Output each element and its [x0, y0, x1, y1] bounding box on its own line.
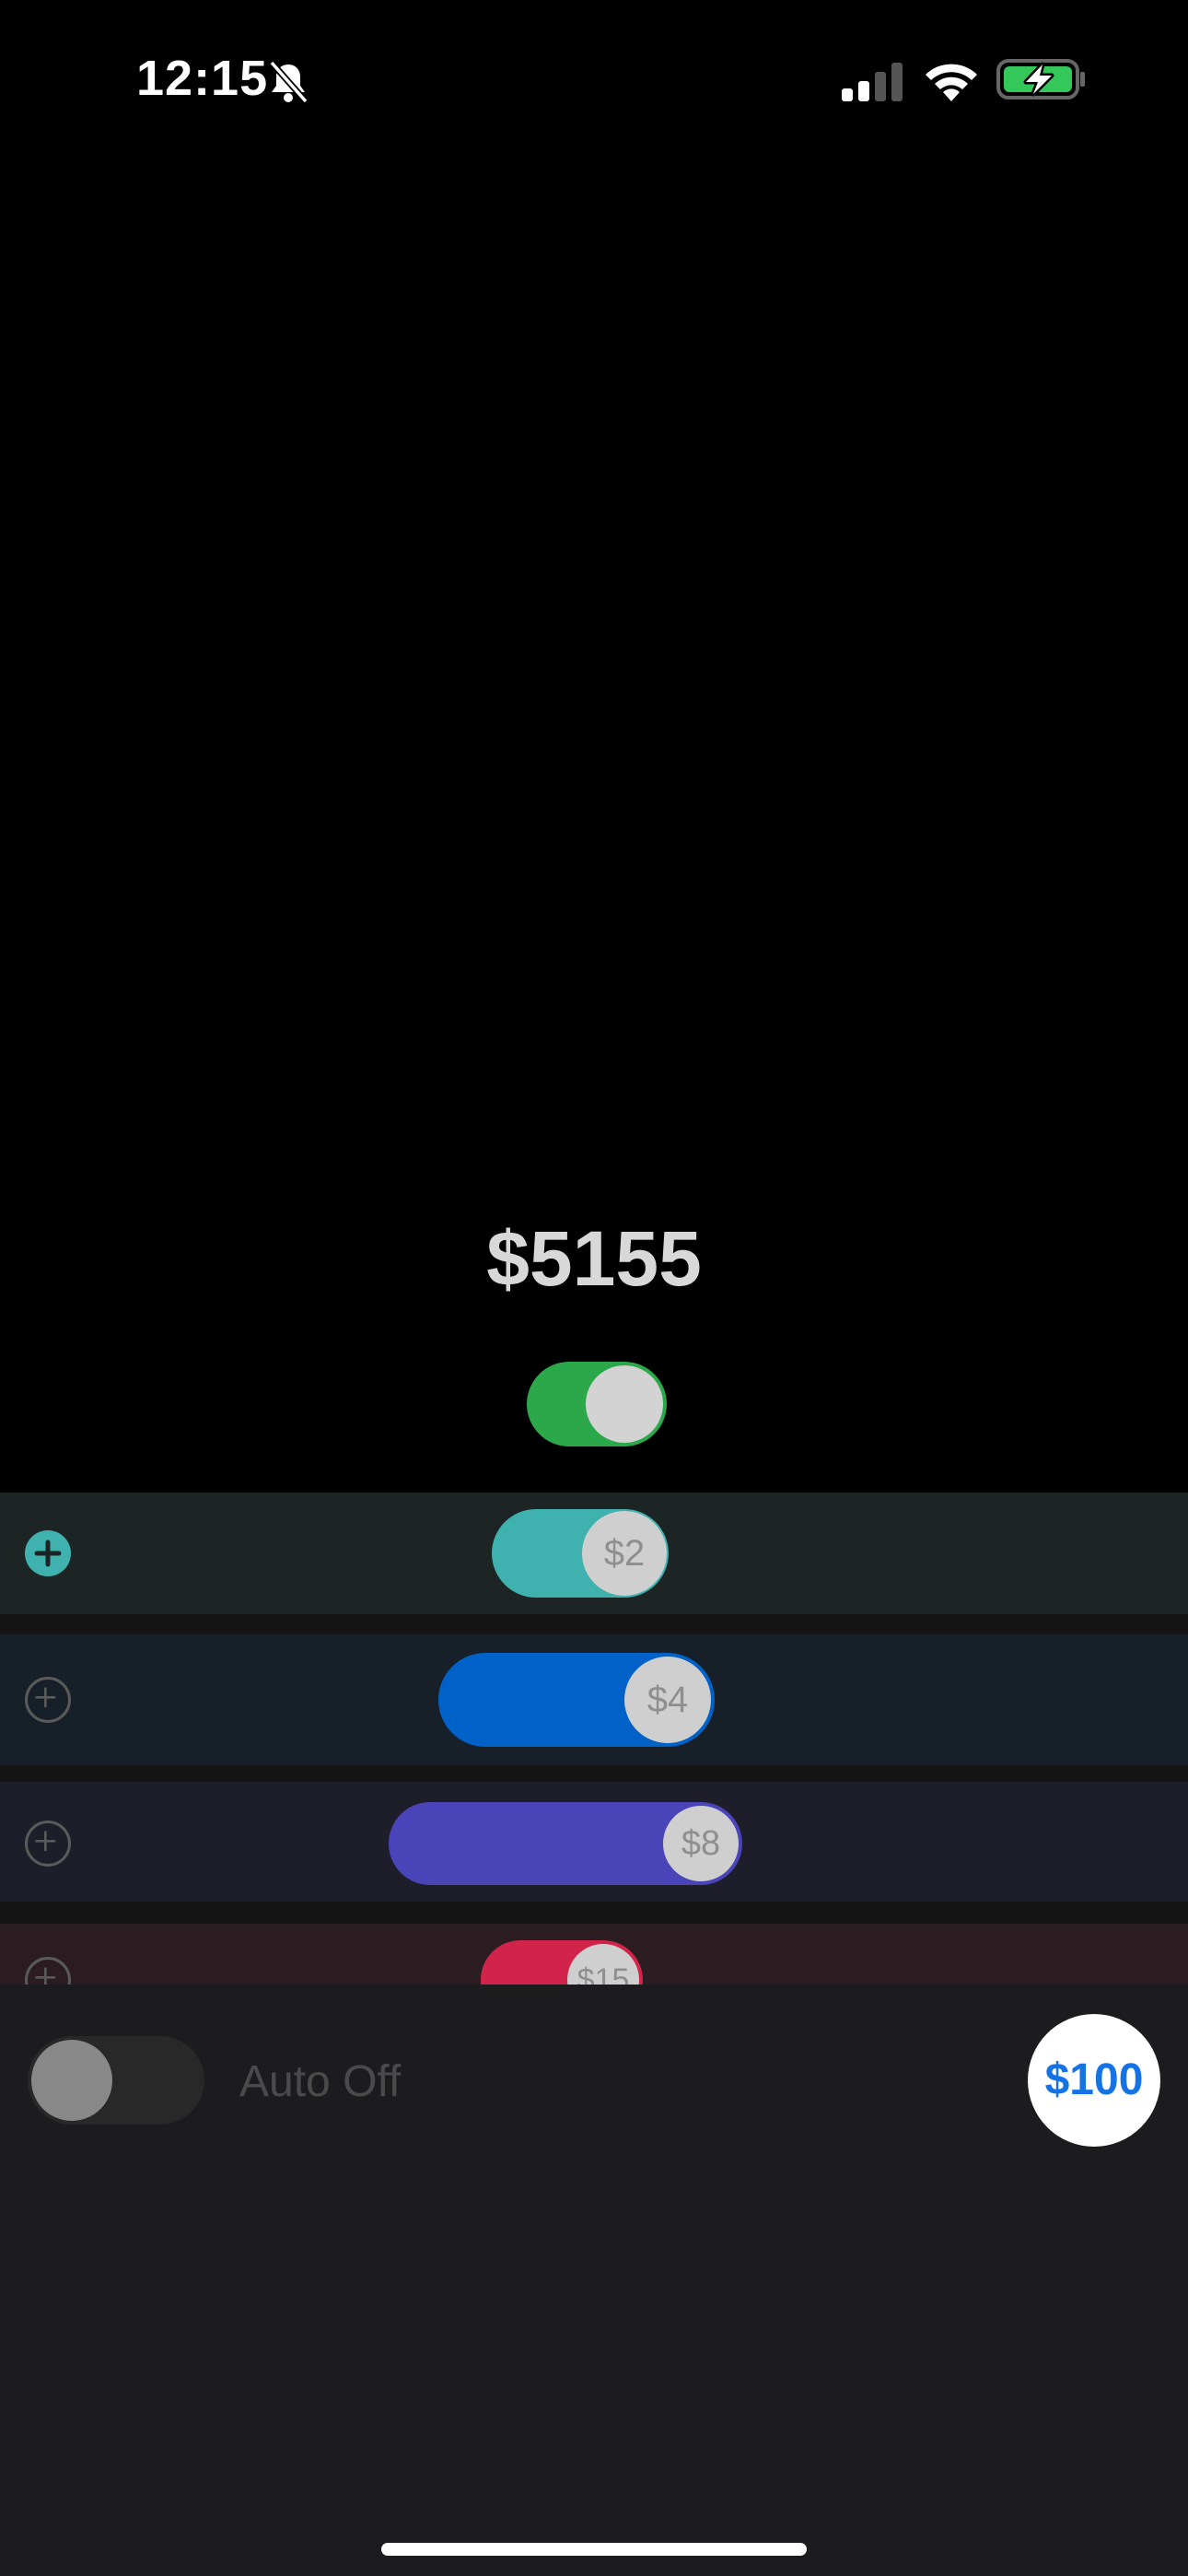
- toggle-knob: [586, 1365, 663, 1443]
- balance-amount: $5155: [486, 1215, 702, 1302]
- auto-toggle[interactable]: [28, 2036, 204, 2125]
- tip-toggle-2[interactable]: $2: [492, 1509, 669, 1598]
- tip-knob-label: $2: [582, 1511, 667, 1596]
- row-divider: [0, 1614, 1188, 1634]
- row-divider: [0, 1765, 1188, 1782]
- plus-circle-icon[interactable]: [25, 1677, 71, 1723]
- home-indicator[interactable]: [381, 2543, 807, 2556]
- bell-slash-icon: [269, 60, 309, 104]
- signal-icon: [842, 63, 903, 101]
- tip-knob-label: $15: [567, 1944, 639, 1985]
- plus-circle-icon[interactable]: [25, 1821, 71, 1867]
- tip-row-2: $2: [0, 1493, 1188, 1614]
- toggle-knob: [31, 2040, 112, 2121]
- wifi-icon: [926, 64, 977, 101]
- status-time: 12:15: [136, 51, 269, 106]
- plus-circle-icon[interactable]: [25, 1957, 71, 1985]
- main-toggle[interactable]: [527, 1362, 667, 1446]
- tip-knob-label: $8: [663, 1806, 739, 1881]
- status-bar: 12:15: [0, 0, 1188, 157]
- row-divider: [0, 1902, 1188, 1924]
- plus-circle-icon[interactable]: [25, 1530, 71, 1576]
- tip-toggle-8[interactable]: $8: [389, 1802, 742, 1885]
- auto-label: Auto Off: [239, 2057, 402, 2106]
- battery-charging-icon: [996, 59, 1085, 100]
- tip-knob-label: $4: [624, 1657, 711, 1743]
- bottom-panel: Auto Off $100: [0, 1985, 1188, 2576]
- tip-row-15: $15: [0, 1924, 1188, 1985]
- tip-row-4: $4: [0, 1634, 1188, 1765]
- tip-toggle-4[interactable]: $4: [438, 1653, 715, 1747]
- tip-toggle-15[interactable]: $15: [481, 1940, 643, 1985]
- tip-row-8: $8: [0, 1782, 1188, 1902]
- amount-button[interactable]: $100: [1028, 2014, 1160, 2147]
